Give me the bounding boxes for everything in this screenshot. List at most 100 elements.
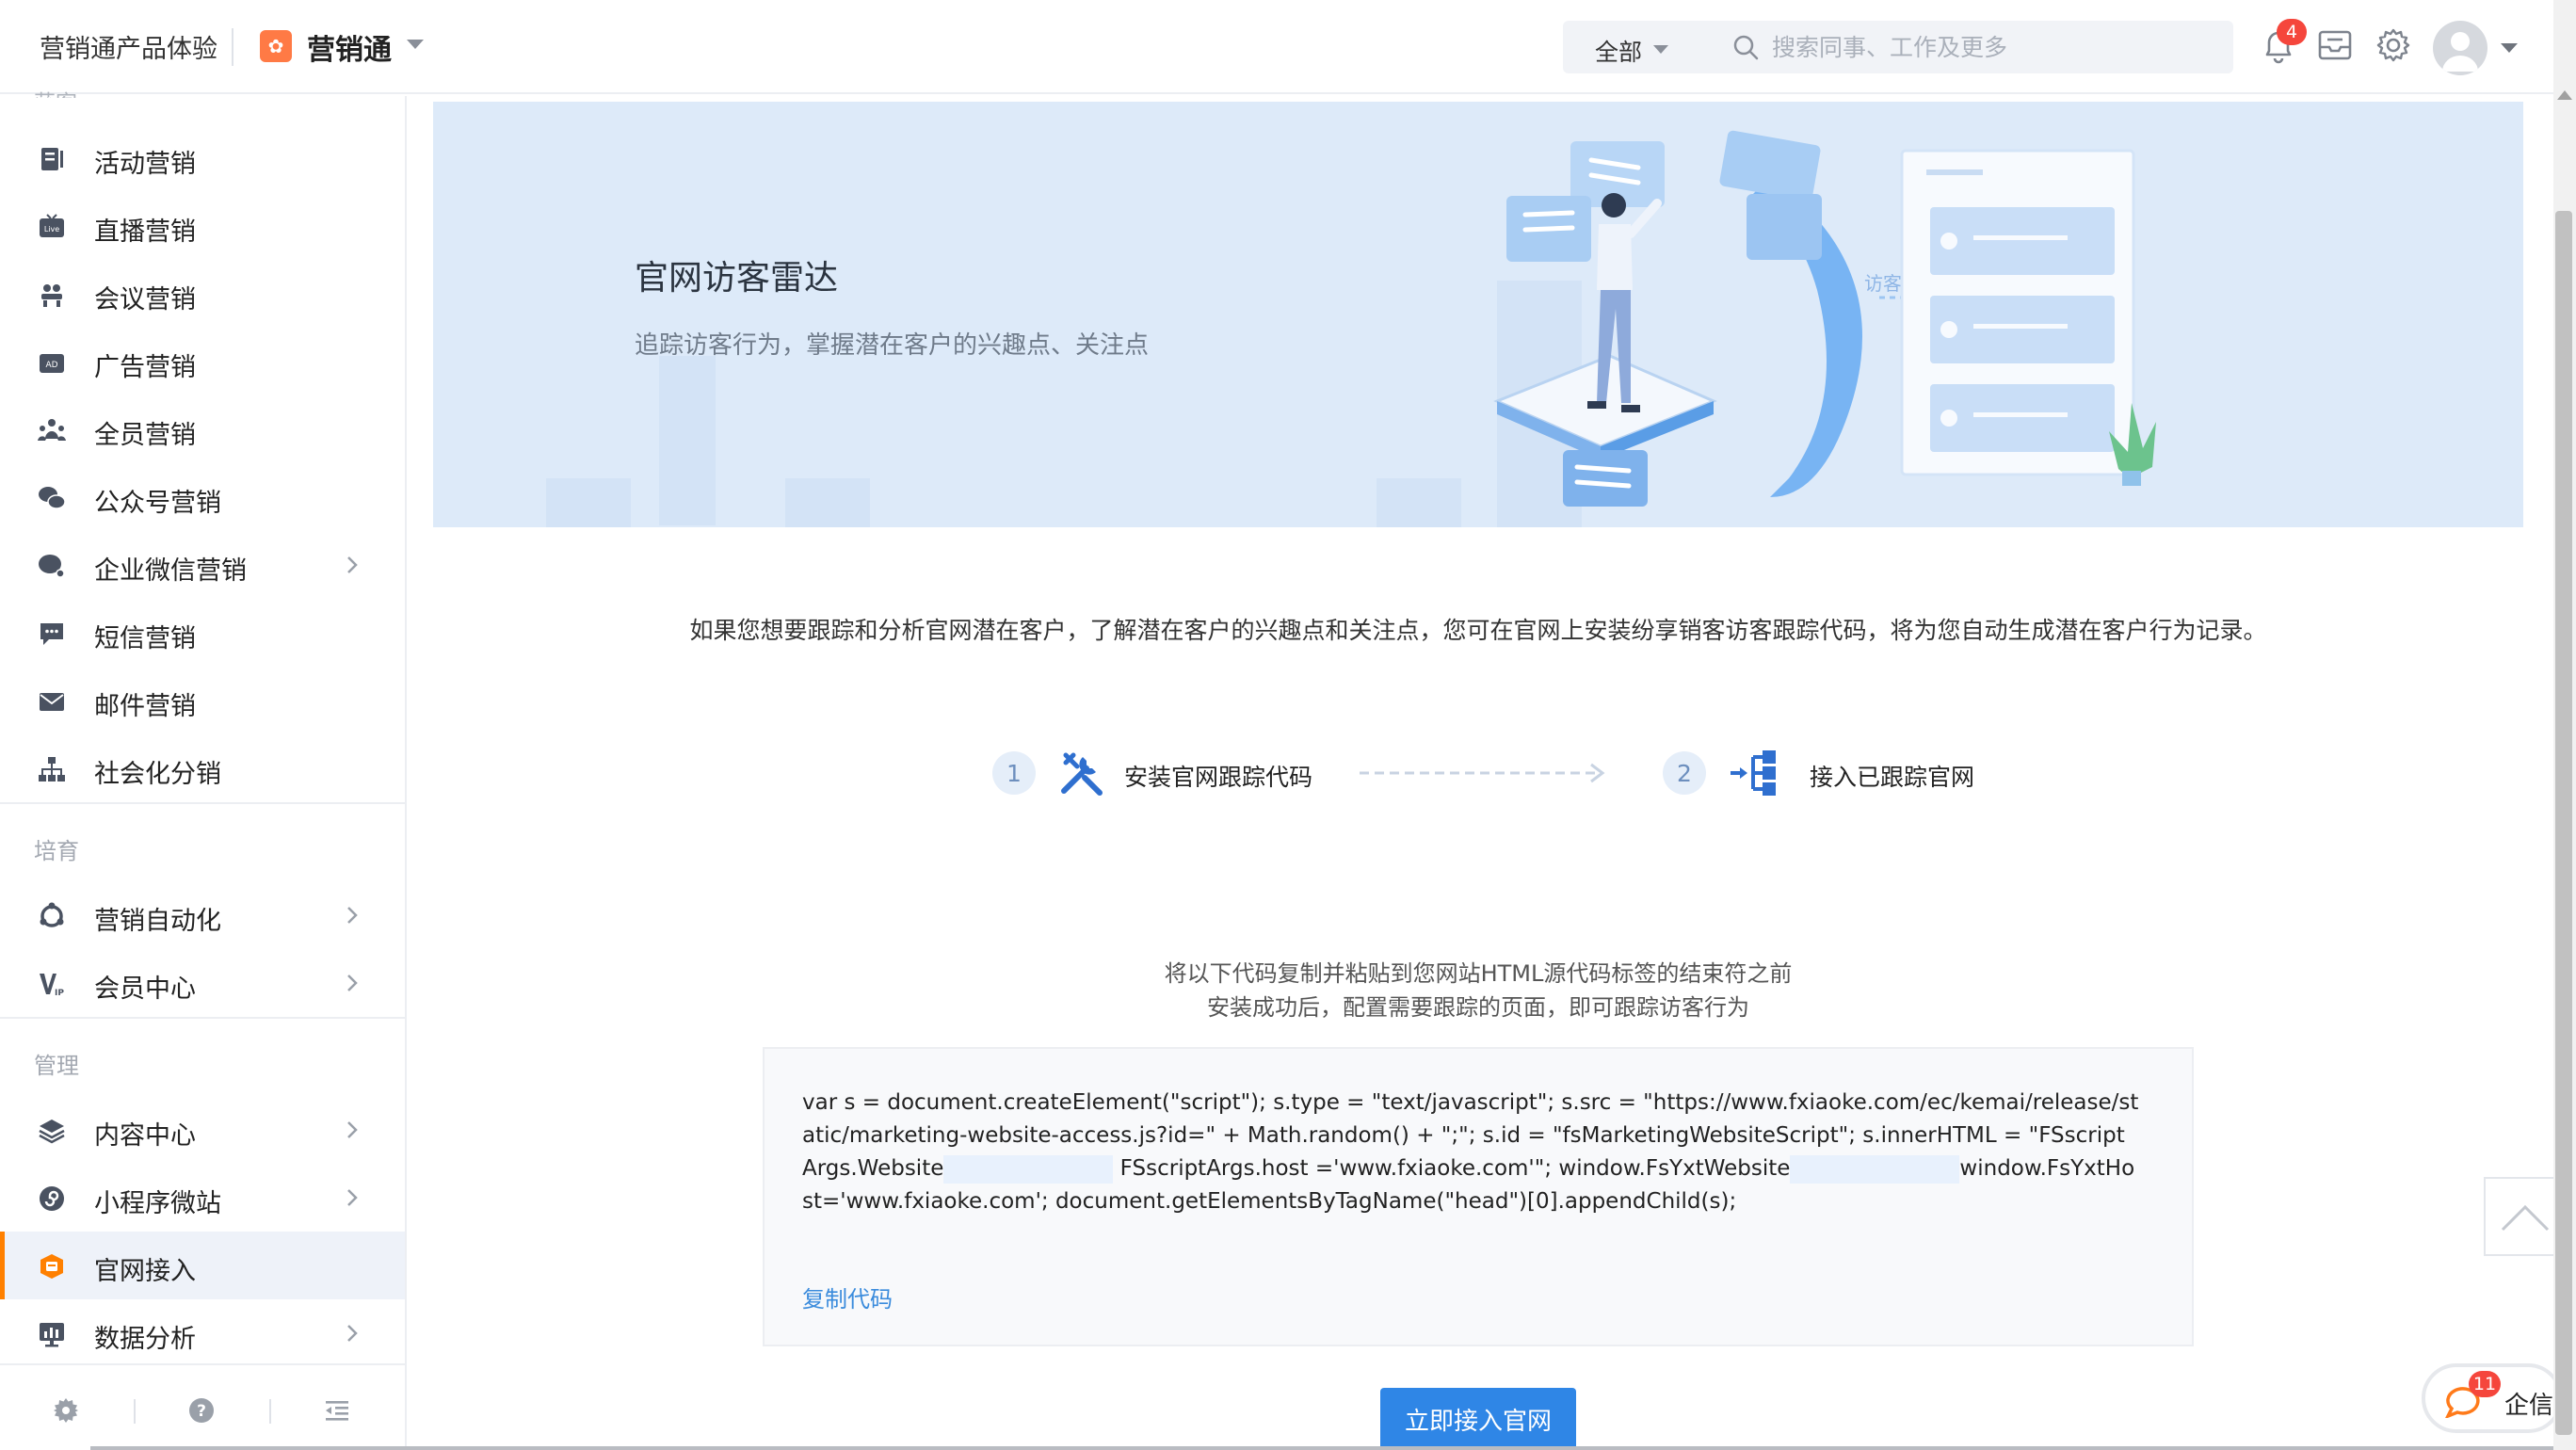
sidebar-item-social-distribution[interactable]: 社会化分销	[0, 734, 405, 802]
wecom-icon	[39, 555, 65, 578]
topbar-divider	[232, 28, 233, 66]
sidebar-item-label: 社会化分销	[94, 760, 221, 789]
chevron-right-icon	[347, 1189, 358, 1206]
sidebar-item-label: 会员中心	[94, 975, 196, 1004]
search-input[interactable]	[1772, 28, 2205, 66]
step-label: 安装官网跟踪代码	[1124, 764, 1313, 791]
website-icon	[40, 1254, 63, 1279]
mail-icon	[40, 693, 64, 711]
chevron-right-icon	[347, 1121, 358, 1138]
chevron-right-icon	[347, 907, 358, 924]
brand-name[interactable]: 营销通	[307, 26, 392, 68]
back-to-top-button[interactable]	[2484, 1177, 2563, 1256]
qixin-label: 企信	[2504, 1392, 2554, 1420]
svg-text:IP: IP	[55, 989, 64, 998]
sidebar-item-content-center[interactable]: 内容中心	[0, 1096, 405, 1164]
scope-caret-icon[interactable]	[1653, 45, 1668, 54]
sidebar-footer: ?	[0, 1363, 405, 1450]
sidebar-section-label-acquire: 获客	[34, 85, 77, 98]
connect-icon	[1731, 750, 1776, 796]
scroll-up-arrow-icon[interactable]	[2557, 90, 2572, 100]
hero-banner: 访客行为 官网访客雷达 追踪访客行为，掌握潜在客户的兴趣点、关注点	[433, 102, 2523, 527]
sidebar-divider	[0, 802, 405, 804]
sidebar-section-label-nurture: 培育	[34, 838, 79, 864]
scrollbar-thumb[interactable]	[2555, 211, 2572, 1435]
copy-code-link[interactable]: 复制代码	[802, 1281, 893, 1313]
qixin-badge: 11	[2469, 1371, 2501, 1397]
settings-gear-icon[interactable]	[2371, 23, 2416, 68]
step-label: 接入已跟踪官网	[1810, 764, 1975, 791]
intro-text: 如果您想要跟踪和分析官网潜在客户，了解潜在客户的兴趣点和关注点，您可在官网上安装…	[689, 617, 2267, 644]
sidebar-item-live-marketing[interactable]: Live 直播营销	[0, 192, 405, 260]
sidebar-item-label: 广告营销	[94, 353, 196, 382]
user-menu-caret-icon[interactable]	[2501, 43, 2518, 53]
sidebar-item-member-center[interactable]: IP 会员中心	[0, 949, 405, 1017]
sidebar-item-data-analysis[interactable]: 数据分析	[0, 1299, 405, 1367]
sidebar-item-label: 短信营销	[94, 624, 196, 653]
notification-badge: 4	[2277, 19, 2307, 45]
sidebar-item-sms-marketing[interactable]: 短信营销	[0, 599, 405, 667]
chevron-right-icon	[347, 975, 358, 991]
bottom-divider	[90, 1446, 2553, 1450]
search-icon[interactable]	[1731, 32, 1761, 62]
sidebar-item-label: 邮件营销	[94, 692, 196, 721]
tree-icon	[39, 757, 65, 781]
settings-icon[interactable]	[51, 1395, 81, 1426]
svg-text:Live: Live	[44, 225, 59, 234]
sidebar-item-label: 活动营销	[94, 150, 196, 179]
sidebar-item-label: 小程序微站	[94, 1189, 221, 1218]
app-switcher-caret-icon[interactable]	[407, 40, 424, 49]
redacted-value	[1790, 1154, 1960, 1184]
vip-icon: IP	[40, 974, 64, 998]
svg-text:?: ?	[197, 1402, 206, 1421]
sidebar-item-label: 数据分析	[94, 1325, 196, 1354]
inbox-icon[interactable]	[2312, 23, 2358, 68]
chart-icon	[40, 1323, 64, 1347]
chevron-right-icon	[347, 1325, 358, 1342]
wechat-icon	[39, 487, 66, 509]
sidebar-item-email-marketing[interactable]: 邮件营销	[0, 667, 405, 734]
sidebar-item-label: 直播营销	[94, 218, 196, 247]
collapse-sidebar-icon[interactable]	[322, 1395, 352, 1426]
people-icon	[38, 419, 66, 441]
banner-illustration: 访客行为	[546, 130, 2156, 527]
sidebar: 获客 活动营销 Live 直播营销 会议营销 AD 广告营销 全员营销 公众号营…	[0, 91, 407, 1450]
connect-website-button[interactable]: 立即接入官网	[1380, 1388, 1576, 1450]
sidebar-item-label: 全员营销	[94, 421, 196, 450]
sidebar-item-website-access[interactable]: 官网接入	[0, 1232, 405, 1299]
environment-title[interactable]: 营销通产品体验	[40, 28, 217, 65]
sidebar-item-meeting-marketing[interactable]: 会议营销	[0, 260, 405, 328]
instruction-line: 将以下代码复制并粘贴到您网站HTML源代码标签的结束符之前	[1164, 960, 1793, 987]
qixin-chat-button[interactable]: 11 企信	[2422, 1363, 2563, 1433]
sidebar-section-label-manage: 管理	[34, 1053, 79, 1079]
user-avatar[interactable]	[2433, 21, 2487, 75]
sidebar-item-ad-marketing[interactable]: AD 广告营销	[0, 328, 405, 395]
sidebar-item-label: 企业微信营销	[94, 556, 247, 586]
top-bar: 营销通产品体验 ✿ 营销通 全部 4	[0, 0, 2553, 94]
step-arrow-icon	[1360, 763, 1605, 783]
sidebar-item-label: 内容中心	[94, 1121, 196, 1151]
meeting-icon	[41, 284, 62, 307]
sidebar-item-mini-program[interactable]: 小程序微站	[0, 1164, 405, 1232]
code-segment: FSscriptArgs.host ='www.fxiaoke.com'"; w…	[1113, 1156, 1791, 1181]
tools-icon	[1061, 752, 1103, 796]
automation-icon	[40, 902, 64, 927]
step-number: 2	[1663, 751, 1706, 795]
brand-logo-icon: ✿	[260, 30, 292, 62]
sidebar-item-activity-marketing[interactable]: 活动营销	[0, 124, 405, 192]
banner-subtitle: 追踪访客行为，掌握潜在客户的兴趣点、关注点	[635, 331, 1150, 360]
svg-text:AD: AD	[45, 361, 57, 370]
sidebar-item-all-staff-marketing[interactable]: 全员营销	[0, 395, 405, 463]
chevron-right-icon	[347, 556, 358, 573]
redacted-value	[943, 1154, 1114, 1184]
tracking-code-text[interactable]: var s = document.createElement("script")…	[802, 1087, 2139, 1218]
sidebar-item-marketing-automation[interactable]: 营销自动化	[0, 881, 405, 949]
sidebar-item-official-account-marketing[interactable]: 公众号营销	[0, 463, 405, 531]
help-icon[interactable]: ?	[186, 1395, 217, 1426]
search-scope-select[interactable]: 全部	[1595, 34, 1642, 68]
sidebar-item-label: 官网接入	[94, 1257, 196, 1286]
sidebar-item-label: 会议营销	[94, 285, 196, 314]
tracking-code-box: var s = document.createElement("script")…	[763, 1047, 2194, 1346]
step-number: 1	[992, 751, 1036, 795]
sidebar-item-wecom-marketing[interactable]: 企业微信营销	[0, 531, 405, 599]
